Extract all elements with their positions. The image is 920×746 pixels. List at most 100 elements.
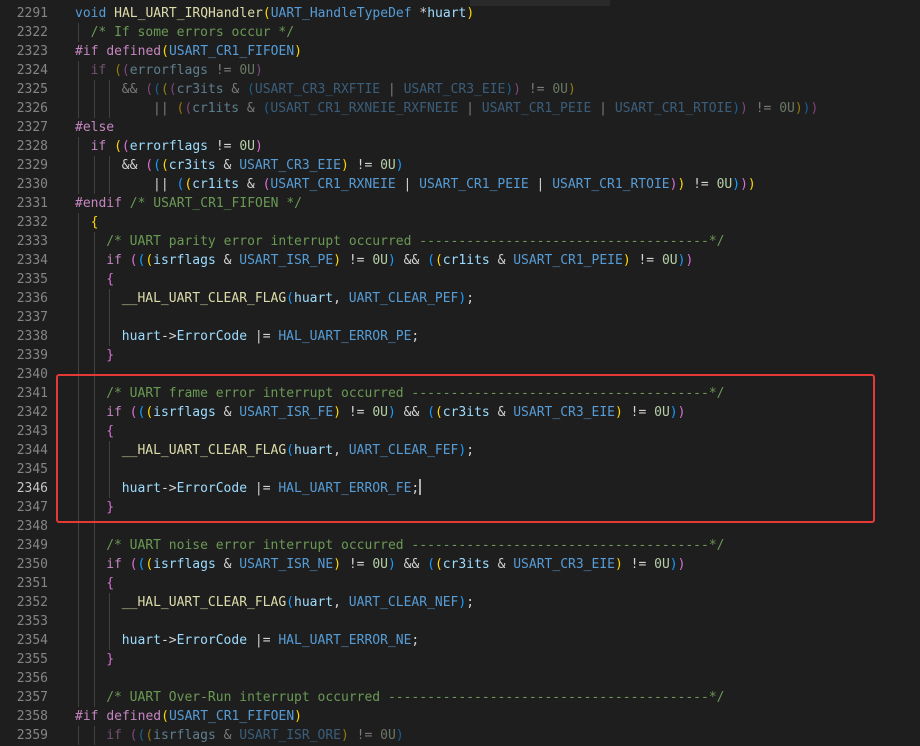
code-token: (: [286, 595, 294, 610]
code-token: ): [732, 177, 741, 192]
code-text[interactable]: /* UART frame error interrupt occurred -…: [106, 384, 724, 403]
code-text[interactable]: /* UART Over-Run interrupt occurred ----…: [106, 688, 724, 707]
code-line[interactable]: 2322 /* If some errors occur */: [0, 23, 920, 42]
indent-guide: [93, 612, 95, 631]
code-line[interactable]: 2329 && (((cr3its & USART_CR3_EIE) != 0U): [0, 156, 920, 175]
code-line[interactable]: 2338 huart->ErrorCode |= HAL_UART_ERROR_P…: [0, 327, 920, 346]
code-line[interactable]: 2330 || ((cr1its & (USART_CR1_RXNEIE | US…: [0, 175, 920, 194]
code-line[interactable]: 2328 if ((errorflags != 0U): [0, 137, 920, 156]
code-text[interactable]: {: [91, 213, 99, 232]
code-line[interactable]: 2355}: [0, 650, 920, 669]
code-text[interactable]: && ((((cr3its & (USART_CR3_RXFTIE | USAR…: [122, 80, 576, 99]
code-line[interactable]: 2324 if ((errorflags != 0U): [0, 61, 920, 80]
code-text[interactable]: /* If some errors occur */: [91, 23, 295, 42]
code-line[interactable]: 2348: [0, 517, 920, 536]
code-text[interactable]: if (((isrflags & USART_ISR_PE) != 0U) &&…: [106, 251, 693, 270]
code-line[interactable]: 2350 if (((isrflags & USART_ISR_NE) != 0U…: [0, 555, 920, 574]
code-line[interactable]: 2337: [0, 308, 920, 327]
code-line[interactable]: 2354 huart->ErrorCode |= HAL_UART_ERROR_N…: [0, 631, 920, 650]
code-text[interactable]: #if defined(USART_CR1_FIFOEN): [75, 707, 302, 726]
indent-guide: [93, 384, 95, 403]
code-token: (: [434, 405, 443, 420]
code-text[interactable]: huart->ErrorCode |= HAL_UART_ERROR_FE;: [122, 479, 422, 498]
code-text[interactable]: if (((isrflags & USART_ISR_NE) != 0U) &&…: [106, 555, 685, 574]
code-token: ): [387, 405, 396, 420]
code-text[interactable]: {: [106, 422, 114, 441]
code-text[interactable]: huart->ErrorCode |= HAL_UART_ERROR_NE;: [122, 631, 419, 650]
code-text[interactable]: __HAL_UART_CLEAR_FLAG(huart, UART_CLEAR_…: [122, 593, 474, 612]
code-text[interactable]: || ((cr1its & (USART_CR1_RXNEIE | USART_…: [153, 175, 756, 194]
indent-guide: [78, 593, 79, 612]
code-line[interactable]: 2353: [0, 612, 920, 631]
code-line[interactable]: 2335 {: [0, 270, 920, 289]
code-token: (: [145, 728, 154, 743]
code-text[interactable]: if ((errorflags != 0U): [91, 137, 263, 156]
code-text[interactable]: huart->ErrorCode |= HAL_UART_ERROR_PE;: [122, 327, 419, 346]
code-line[interactable]: 2342 if (((isrflags & USART_ISR_FE) != 0U…: [0, 403, 920, 422]
code-token: #else: [75, 120, 115, 135]
code-line[interactable]: 2358 #if defined(USART_CR1_FIFOEN): [0, 707, 920, 726]
code-editor[interactable]: 2291 void HAL_UART_IRQHandler(UART_Handle…: [0, 0, 920, 746]
code-text[interactable]: #endif /* USART_CR1_FIFOEN */: [75, 194, 302, 213]
code-line[interactable]: 2349 /* UART noise error interrupt occurr…: [0, 536, 920, 555]
code-line[interactable]: 2356: [0, 669, 920, 688]
indent-guide: [93, 308, 95, 327]
line-number: 2329: [16, 158, 48, 173]
code-token: ): [740, 101, 748, 116]
code-text[interactable]: void HAL_UART_IRQHandler(UART_HandleType…: [75, 4, 474, 23]
code-line[interactable]: 2357 /* UART Over-Run interrupt occurred …: [0, 688, 920, 707]
code-text[interactable]: __HAL_UART_CLEAR_FLAG(huart, UART_CLEAR_…: [122, 441, 474, 460]
code-line[interactable]: 2334 if (((isrflags & USART_ISR_PE) != 0U…: [0, 251, 920, 270]
code-text[interactable]: }: [106, 498, 114, 517]
code-text[interactable]: #if defined(USART_CR1_FIFOEN): [75, 42, 302, 61]
code-token: 0U: [372, 253, 388, 268]
code-text[interactable]: || ((cr1its & (USART_CR1_RXNEIE_RXFNEIE …: [153, 99, 818, 118]
code-text[interactable]: }: [106, 346, 114, 365]
code-text[interactable]: /* UART parity error interrupt occurred …: [106, 232, 724, 251]
code-line[interactable]: 2351 {: [0, 574, 920, 593]
code-line[interactable]: 2339}: [0, 346, 920, 365]
code-token: USART_CR1_RXNEIE: [270, 177, 396, 192]
line-number: 2345: [16, 462, 48, 477]
code-token: (: [114, 63, 122, 78]
indent-guide: [109, 327, 111, 346]
code-text[interactable]: }: [106, 650, 114, 669]
code-text[interactable]: __HAL_UART_CLEAR_FLAG(huart, UART_CLEAR_…: [122, 289, 474, 308]
code-line[interactable]: 2331 #endif /* USART_CR1_FIFOEN */: [0, 194, 920, 213]
code-line[interactable]: 2325 && ((((cr3its & (USART_CR3_RXFTIE | …: [0, 80, 920, 99]
code-text[interactable]: #else: [75, 118, 114, 137]
code-line[interactable]: 2347}: [0, 498, 920, 517]
code-line[interactable]: 2291 void HAL_UART_IRQHandler(UART_Handle…: [0, 4, 920, 23]
code-line[interactable]: 2323 #if defined(USART_CR1_FIFOEN): [0, 42, 920, 61]
code-token: !=: [208, 63, 240, 78]
code-token: |: [591, 101, 615, 116]
code-text[interactable]: {: [106, 574, 114, 593]
code-token: (: [427, 557, 435, 572]
code-text[interactable]: /* UART noise error interrupt occurred -…: [106, 536, 724, 555]
indent-guide: [93, 251, 95, 270]
code-line[interactable]: 2327 #else: [0, 118, 920, 137]
code-line[interactable]: 2352 __HAL_UART_CLEAR_FLAG(huart, UART_CL…: [0, 593, 920, 612]
code-token: {: [106, 424, 115, 439]
code-line[interactable]: 2343 {: [0, 422, 920, 441]
code-line[interactable]: 2336 __HAL_UART_CLEAR_FLAG(huart, UART_CL…: [0, 289, 920, 308]
code-line[interactable]: 2333 /* UART parity error interrupt occur…: [0, 232, 920, 251]
indent-guide: [78, 327, 79, 346]
code-text[interactable]: && (((cr3its & USART_CR3_EIE) != 0U): [122, 156, 404, 175]
code-line[interactable]: 2346 huart->ErrorCode |= HAL_UART_ERROR_F…: [0, 479, 920, 498]
code-text[interactable]: if ((errorflags != 0U): [91, 61, 263, 80]
code-line[interactable]: 2332 {: [0, 213, 920, 232]
code-text[interactable]: {: [106, 270, 114, 289]
code-token: void: [75, 6, 107, 21]
code-token: ): [614, 405, 623, 420]
code-line[interactable]: 2341 /* UART frame error interrupt occurr…: [0, 384, 920, 403]
code-line[interactable]: 2344 __HAL_UART_CLEAR_FLAG(huart, UART_CL…: [0, 441, 920, 460]
code-line[interactable]: 2326 || ((cr1its & (USART_CR1_RXNEIE_RXFN…: [0, 99, 920, 118]
code-text[interactable]: if (((isrflags & USART_ISR_ORE) != 0U): [106, 726, 403, 745]
line-number: 2358: [16, 709, 48, 724]
code-line[interactable]: 2359 if (((isrflags & USART_ISR_ORE) != 0…: [0, 726, 920, 745]
code-token: (: [427, 253, 435, 268]
code-line[interactable]: 2345: [0, 460, 920, 479]
code-line[interactable]: 2340: [0, 365, 920, 384]
code-text[interactable]: if (((isrflags & USART_ISR_FE) != 0U) &&…: [106, 403, 685, 422]
